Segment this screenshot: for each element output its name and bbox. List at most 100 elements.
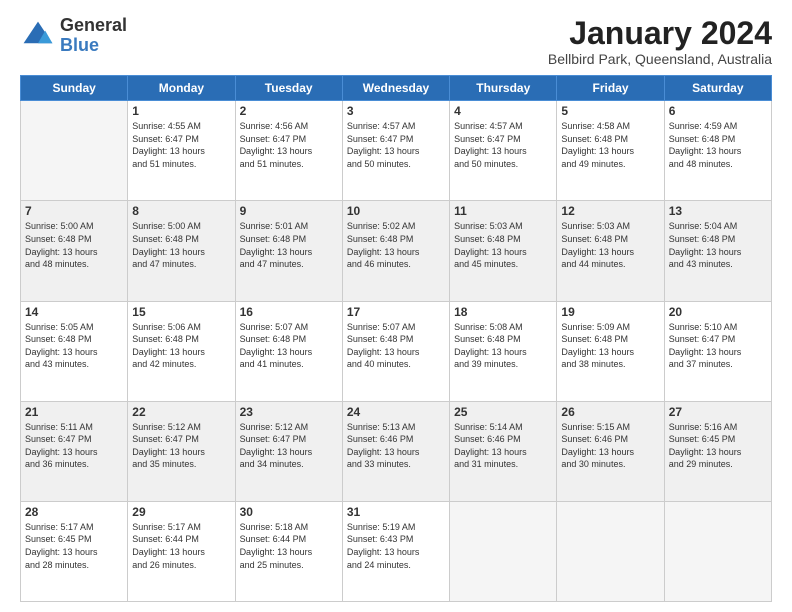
- calendar-cell: 2Sunrise: 4:56 AM Sunset: 6:47 PM Daylig…: [235, 101, 342, 201]
- day-number: 19: [561, 305, 659, 319]
- day-number: 1: [132, 104, 230, 118]
- day-number: 5: [561, 104, 659, 118]
- day-number: 23: [240, 405, 338, 419]
- calendar-week-row: 28 Sunrise: 5:17 AM Sunset: 6:45 PM Dayli…: [21, 501, 772, 601]
- title-block: January 2024 Bellbird Park, Queensland, …: [548, 16, 772, 67]
- day-number: 17: [347, 305, 445, 319]
- day-info: Sunrise: 5:19 AM Sunset: 6:43 PM Dayligh…: [347, 521, 445, 571]
- calendar-cell: 13 Sunrise: 5:04 AM Sunset: 6:48 PM Dayli…: [664, 201, 771, 301]
- weekday-header-monday: Monday: [128, 76, 235, 101]
- logo-text: General Blue: [60, 16, 127, 56]
- day-info: Sunrise: 5:17 AM Sunset: 6:44 PM Dayligh…: [132, 521, 230, 571]
- calendar-cell: 19 Sunrise: 5:09 AM Sunset: 6:48 PM Dayli…: [557, 301, 664, 401]
- logo-general: General: [60, 16, 127, 36]
- day-info: Sunrise: 4:57 AM Sunset: 6:47 PM Dayligh…: [454, 120, 552, 170]
- calendar-cell: 21 Sunrise: 5:11 AM Sunset: 6:47 PM Dayli…: [21, 401, 128, 501]
- day-number: 8: [132, 204, 230, 218]
- calendar-table: SundayMondayTuesdayWednesdayThursdayFrid…: [20, 75, 772, 602]
- calendar-cell: 20 Sunrise: 5:10 AM Sunset: 6:47 PM Dayli…: [664, 301, 771, 401]
- day-info: Sunrise: 5:00 AM Sunset: 6:48 PM Dayligh…: [132, 220, 230, 270]
- calendar-cell: 27Sunrise: 5:16 AM Sunset: 6:45 PM Dayli…: [664, 401, 771, 501]
- day-info: Sunrise: 5:01 AM Sunset: 6:48 PM Dayligh…: [240, 220, 338, 270]
- day-info: Sunrise: 5:13 AM Sunset: 6:46 PM Dayligh…: [347, 421, 445, 471]
- calendar-cell: 8 Sunrise: 5:00 AM Sunset: 6:48 PM Daylig…: [128, 201, 235, 301]
- calendar-week-row: 1 Sunrise: 4:55 AM Sunset: 6:47 PM Daylig…: [21, 101, 772, 201]
- day-number: 12: [561, 204, 659, 218]
- calendar-cell: 24 Sunrise: 5:13 AM Sunset: 6:46 PM Dayli…: [342, 401, 449, 501]
- day-number: 10: [347, 204, 445, 218]
- day-info: Sunrise: 5:12 AM Sunset: 6:47 PM Dayligh…: [240, 421, 338, 471]
- day-info: Sunrise: 5:04 AM Sunset: 6:48 PM Dayligh…: [669, 220, 767, 270]
- day-number: 24: [347, 405, 445, 419]
- day-number: 20: [669, 305, 767, 319]
- day-info: Sunrise: 5:03 AM Sunset: 6:48 PM Dayligh…: [454, 220, 552, 270]
- day-number: 26: [561, 405, 659, 419]
- day-info: Sunrise: 4:57 AM Sunset: 6:47 PM Dayligh…: [347, 120, 445, 170]
- calendar-cell: [557, 501, 664, 601]
- calendar-cell: 31 Sunrise: 5:19 AM Sunset: 6:43 PM Dayli…: [342, 501, 449, 601]
- weekday-header-thursday: Thursday: [450, 76, 557, 101]
- day-number: 13: [669, 204, 767, 218]
- calendar-cell: 5Sunrise: 4:58 AM Sunset: 6:48 PM Daylig…: [557, 101, 664, 201]
- calendar-cell: 16Sunrise: 5:07 AM Sunset: 6:48 PM Dayli…: [235, 301, 342, 401]
- day-number: 2: [240, 104, 338, 118]
- day-number: 4: [454, 104, 552, 118]
- calendar-cell: 26 Sunrise: 5:15 AM Sunset: 6:46 PM Dayli…: [557, 401, 664, 501]
- day-info: Sunrise: 5:03 AM Sunset: 6:48 PM Dayligh…: [561, 220, 659, 270]
- calendar-cell: 12 Sunrise: 5:03 AM Sunset: 6:48 PM Dayli…: [557, 201, 664, 301]
- day-number: 18: [454, 305, 552, 319]
- calendar-cell: 11Sunrise: 5:03 AM Sunset: 6:48 PM Dayli…: [450, 201, 557, 301]
- calendar-cell: 22 Sunrise: 5:12 AM Sunset: 6:47 PM Dayli…: [128, 401, 235, 501]
- day-number: 9: [240, 204, 338, 218]
- day-info: Sunrise: 5:17 AM Sunset: 6:45 PM Dayligh…: [25, 521, 123, 571]
- weekday-header-wednesday: Wednesday: [342, 76, 449, 101]
- day-info: Sunrise: 5:06 AM Sunset: 6:48 PM Dayligh…: [132, 321, 230, 371]
- day-number: 15: [132, 305, 230, 319]
- day-info: Sunrise: 5:15 AM Sunset: 6:46 PM Dayligh…: [561, 421, 659, 471]
- calendar-cell: 18Sunrise: 5:08 AM Sunset: 6:48 PM Dayli…: [450, 301, 557, 401]
- location-title: Bellbird Park, Queensland, Australia: [548, 51, 772, 67]
- day-number: 22: [132, 405, 230, 419]
- day-number: 25: [454, 405, 552, 419]
- calendar-cell: 29 Sunrise: 5:17 AM Sunset: 6:44 PM Dayli…: [128, 501, 235, 601]
- day-number: 21: [25, 405, 123, 419]
- day-number: 30: [240, 505, 338, 519]
- calendar-week-row: 7 Sunrise: 5:00 AM Sunset: 6:48 PM Daylig…: [21, 201, 772, 301]
- calendar-week-row: 14Sunrise: 5:05 AM Sunset: 6:48 PM Dayli…: [21, 301, 772, 401]
- day-number: 29: [132, 505, 230, 519]
- weekday-header-tuesday: Tuesday: [235, 76, 342, 101]
- calendar-cell: 28 Sunrise: 5:17 AM Sunset: 6:45 PM Dayli…: [21, 501, 128, 601]
- calendar-cell: 7 Sunrise: 5:00 AM Sunset: 6:48 PM Daylig…: [21, 201, 128, 301]
- calendar-cell: 1 Sunrise: 4:55 AM Sunset: 6:47 PM Daylig…: [128, 101, 235, 201]
- calendar-cell: 30 Sunrise: 5:18 AM Sunset: 6:44 PM Dayli…: [235, 501, 342, 601]
- weekday-header-saturday: Saturday: [664, 76, 771, 101]
- day-info: Sunrise: 4:59 AM Sunset: 6:48 PM Dayligh…: [669, 120, 767, 170]
- day-number: 16: [240, 305, 338, 319]
- calendar-cell: 3 Sunrise: 4:57 AM Sunset: 6:47 PM Daylig…: [342, 101, 449, 201]
- day-info: Sunrise: 5:11 AM Sunset: 6:47 PM Dayligh…: [25, 421, 123, 471]
- day-number: 28: [25, 505, 123, 519]
- day-info: Sunrise: 4:55 AM Sunset: 6:47 PM Dayligh…: [132, 120, 230, 170]
- header: General Blue January 2024 Bellbird Park,…: [20, 16, 772, 67]
- calendar-cell: [664, 501, 771, 601]
- weekday-header-row: SundayMondayTuesdayWednesdayThursdayFrid…: [21, 76, 772, 101]
- calendar-week-row: 21 Sunrise: 5:11 AM Sunset: 6:47 PM Dayli…: [21, 401, 772, 501]
- day-info: Sunrise: 5:05 AM Sunset: 6:48 PM Dayligh…: [25, 321, 123, 371]
- day-number: 7: [25, 204, 123, 218]
- calendar-cell: 15 Sunrise: 5:06 AM Sunset: 6:48 PM Dayli…: [128, 301, 235, 401]
- day-number: 3: [347, 104, 445, 118]
- logo-icon: [20, 18, 56, 54]
- day-number: 31: [347, 505, 445, 519]
- day-info: Sunrise: 5:12 AM Sunset: 6:47 PM Dayligh…: [132, 421, 230, 471]
- day-info: Sunrise: 5:18 AM Sunset: 6:44 PM Dayligh…: [240, 521, 338, 571]
- logo-blue: Blue: [60, 36, 127, 56]
- day-info: Sunrise: 5:09 AM Sunset: 6:48 PM Dayligh…: [561, 321, 659, 371]
- calendar-cell: 14Sunrise: 5:05 AM Sunset: 6:48 PM Dayli…: [21, 301, 128, 401]
- page: General Blue January 2024 Bellbird Park,…: [0, 0, 792, 612]
- calendar-cell: 6Sunrise: 4:59 AM Sunset: 6:48 PM Daylig…: [664, 101, 771, 201]
- month-title: January 2024: [548, 16, 772, 51]
- day-info: Sunrise: 5:10 AM Sunset: 6:47 PM Dayligh…: [669, 321, 767, 371]
- day-info: Sunrise: 5:00 AM Sunset: 6:48 PM Dayligh…: [25, 220, 123, 270]
- day-info: Sunrise: 5:14 AM Sunset: 6:46 PM Dayligh…: [454, 421, 552, 471]
- calendar-cell: [21, 101, 128, 201]
